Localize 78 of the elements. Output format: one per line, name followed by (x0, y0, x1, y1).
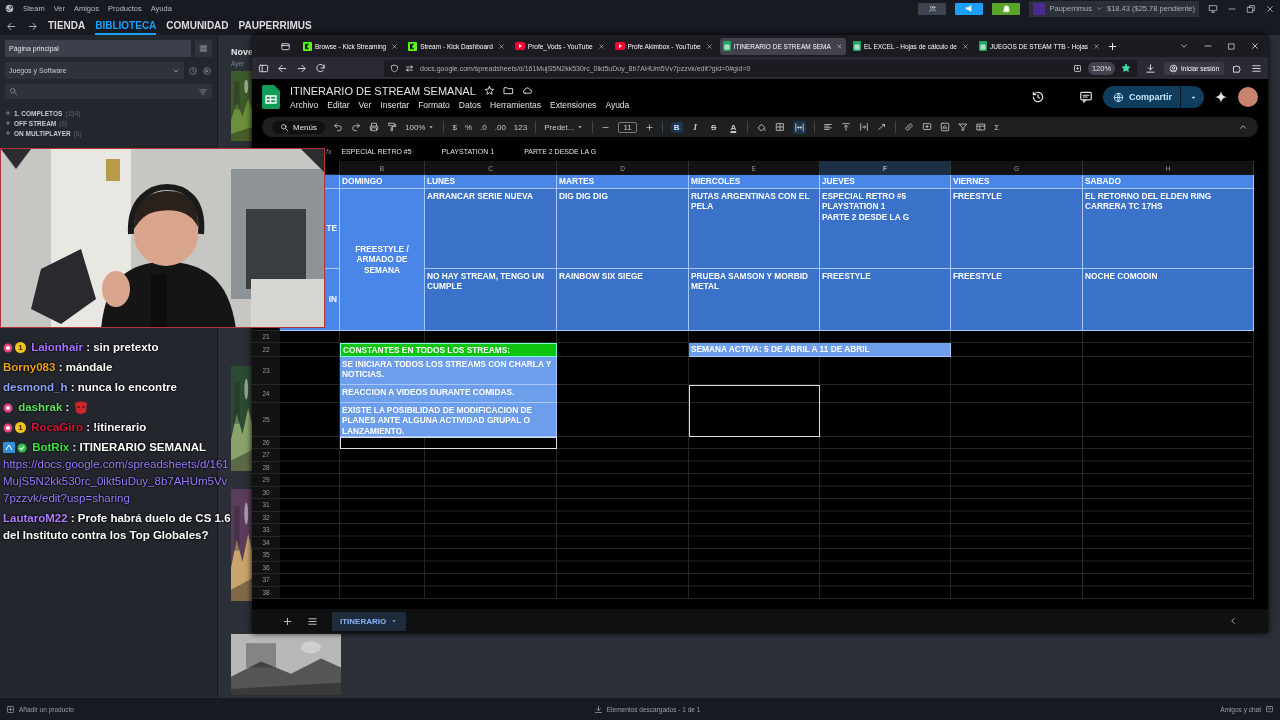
chat-separator: : (86, 421, 90, 433)
chat-message: mándale (65, 361, 113, 373)
percent-format-button[interactable]: % (464, 122, 473, 132)
chat-message: ITINERARIO SEMANAL (79, 441, 206, 453)
chat-username[interactable]: Borny083 (3, 361, 56, 373)
share-button[interactable]: Compartir (1103, 86, 1204, 108)
table-cell: CONSTANTES EN TODOS LOS STREAMS: (340, 343, 557, 357)
menu-item[interactable]: Archivo (290, 99, 319, 110)
font-dropdown[interactable]: Predet... (544, 122, 585, 132)
chat-separator: : (70, 381, 75, 393)
table-cell: MARTES (557, 175, 689, 189)
menu-item[interactable]: Herramientas (490, 99, 542, 110)
menu-item[interactable]: Ver (358, 99, 372, 110)
chat-separator: : (65, 401, 70, 413)
chat-separator: : (72, 441, 77, 453)
menu-item[interactable]: Editar (327, 99, 350, 110)
table-cell: EXISTE LA POSIBILIDAD DE MODIFICACION DE PLANES ANTE ALGUNA ACTIVIDAD GRUPAL O LANZAMIENTO. (340, 403, 557, 437)
chat-message: sin pretexto (93, 341, 159, 353)
menu-item[interactable]: Datos (458, 99, 482, 110)
table-cell: ESPECIAL RETRO #5 PLAYSTATION 1 PARTE 2 DESDE LA G (820, 189, 951, 269)
table-cell: DOMINGO (340, 175, 425, 189)
chat-separator: : (58, 361, 63, 373)
table-cell: DIG DIG DIG (557, 189, 689, 269)
chat-username[interactable]: dashrak (18, 401, 63, 413)
sheet-tab[interactable]: ITINERARIO (332, 611, 407, 631)
menu-item[interactable]: Formato (418, 99, 450, 110)
functions-button[interactable]: Σ (994, 122, 1000, 132)
chat-link[interactable]: https://docs.google.com/spreadsheets/d/161MujS5N2kk530rc_0ikt5uDuy_8b7AHUm5Vv7pzzvk/edit?usp=sharing (3, 456, 233, 507)
table-cell: RUTAS ARGENTINAS CON EL PELA (689, 189, 820, 269)
table-cell: REACCION A VIDEOS DURANTE COMIDAS. (340, 385, 557, 403)
table-cell: SEMANA ACTIVA: 5 DE ABRIL A 11 DE ABRIL (689, 343, 951, 357)
chat-username[interactable]: desmond_h (3, 381, 68, 393)
table-cell: RAINBOW SIX SIEGE (557, 269, 689, 331)
chat-username[interactable]: Laionhair (31, 341, 83, 353)
strikethrough-button[interactable]: S (708, 121, 720, 133)
table-cell: NOCHE COMODIN (1083, 269, 1254, 331)
nav-tab[interactable]: TIENDA (48, 17, 86, 35)
decrease-decimals-button[interactable]: .0 (480, 122, 487, 132)
number-format-button[interactable]: 123 (513, 122, 528, 132)
menu-item[interactable]: Extensiones (550, 99, 597, 110)
subscriber-badge: 1 (15, 422, 26, 434)
table-cell: EL RETORNO DEL ELDEN RING CARRERA TC 17HS (1083, 189, 1254, 269)
text-color-button[interactable]: A (727, 121, 740, 133)
table-cell: FREESTYLE / ARMADO DE SEMANA (340, 189, 425, 331)
chat-separator: : (86, 341, 90, 353)
table-cell: PRUEBA SAMSON Y MORBID METAL (689, 269, 820, 331)
chat-message: !itinerario (93, 421, 147, 433)
bold-button[interactable]: B (670, 121, 683, 133)
table-cell: MIERCOLES (689, 175, 820, 189)
zoom-dropdown[interactable]: 100% (405, 122, 436, 132)
currency-format-button[interactable]: $ (452, 122, 457, 132)
nav-tab[interactable]: COMUNIDAD (166, 17, 229, 35)
subscriber-badge: 1 (15, 342, 26, 354)
menu-item[interactable]: Insertar (380, 99, 410, 110)
italic-button[interactable]: I (690, 121, 701, 133)
table-cell: FREESTYLE (951, 269, 1083, 331)
table-cell: LUNES (425, 175, 557, 189)
nav-tab[interactable]: PAUPERRIMUS (238, 17, 312, 35)
table-cell: JUEVES (820, 175, 951, 189)
chat-message: Profe habrá duelo de CS 1.6 (77, 512, 231, 524)
chat-message: del Instituto contra los Top Globales? (3, 528, 209, 543)
table-cell: VIERNES (951, 175, 1083, 189)
font-size-field[interactable]: 11 (618, 121, 637, 133)
increase-decimals-button[interactable]: .00 (494, 122, 506, 132)
document-title[interactable]: ITINERARIO DE STREAM SEMANAL (290, 84, 476, 97)
table-cell: SE INICIARA TODOS LOS STREAMS CON CHARLA Y NOTICIAS. (340, 357, 557, 385)
table-cell: SABADO (1083, 175, 1254, 189)
chat-message: nunca lo encontre (77, 381, 177, 393)
chat-username[interactable]: BotRix (32, 441, 70, 453)
table-cell: NO HAY STREAM, TENGO UN CUMPLE (425, 269, 557, 331)
table-cell: ARRANCAR SERIE NUEVA (425, 189, 557, 269)
chat-username[interactable]: LautaroM22 (3, 512, 68, 524)
table-cell: FREESTYLE (820, 269, 951, 331)
table-cell: FREESTYLE (951, 189, 1083, 269)
menu-item[interactable]: Ayuda (605, 99, 630, 110)
chat-separator: : (70, 512, 75, 524)
menu-search-field[interactable]: Menús (272, 120, 325, 134)
shelf-title: Nove (231, 47, 253, 57)
